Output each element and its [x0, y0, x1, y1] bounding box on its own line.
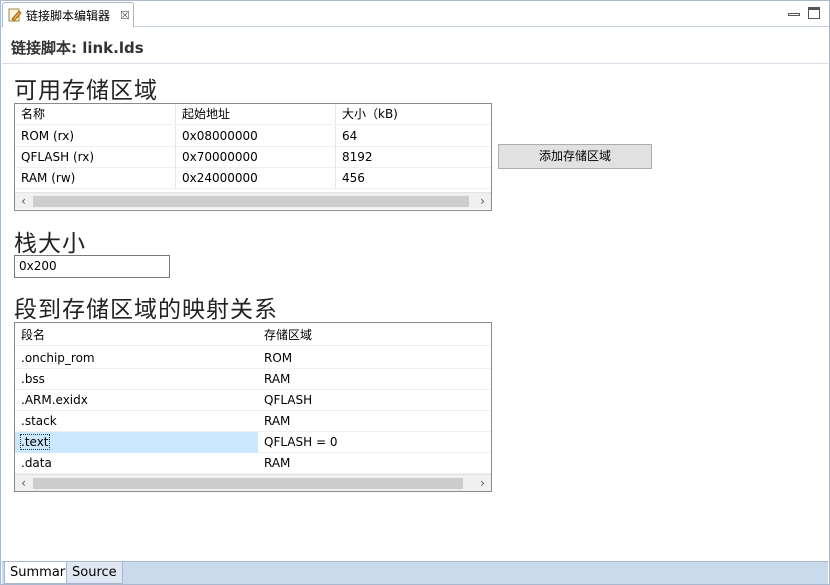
table-row[interactable]: QFLASH (rx) 0x70000000 8192 [15, 146, 491, 168]
region-cell: RAM [264, 455, 291, 470]
mapping-table: 段名 存储区域 .onchip_rom ROM .bss RAM .ARM.ex… [14, 322, 492, 492]
table-row[interactable]: .bss RAM [15, 369, 491, 390]
script-file-icon [8, 8, 22, 22]
scroll-left-icon[interactable]: ‹ [15, 475, 32, 491]
section-name-cell: .ARM.exidx [21, 392, 88, 407]
memory-start-cell: 0x70000000 [176, 146, 336, 168]
memory-name-cell: QFLASH (rx) [15, 146, 176, 168]
memory-section-title: 可用存储区域 [14, 78, 158, 104]
scroll-left-icon[interactable]: ‹ [15, 193, 32, 209]
section-name-cell[interactable]: .text [15, 431, 258, 453]
memory-name-cell: ROM (rx) [15, 125, 176, 147]
region-cell: QFLASH [264, 392, 313, 407]
header-divider [2, 63, 828, 64]
editor-tab[interactable]: 链接脚本编辑器 ☒ [2, 2, 134, 27]
table-row[interactable]: .onchip_rom ROM [15, 348, 491, 369]
table-row[interactable]: .stack RAM [15, 411, 491, 432]
memory-start-cell: 0x08000000 [176, 125, 336, 147]
section-name-cell: .onchip_rom [21, 350, 95, 365]
column-header-name[interactable]: 名称 [15, 103, 176, 125]
column-header-start-address[interactable]: 起始地址 [176, 103, 336, 125]
mapping-table-hscrollbar[interactable]: ‹ › [15, 474, 491, 491]
memory-name-cell: RAM (rw) [15, 167, 176, 189]
memory-size-cell: 8192 [342, 149, 373, 164]
editor-frame: 链接脚本编辑器 ☒ 链接脚本: link.lds 可用存储区域 名称 起始地址 … [0, 0, 830, 585]
section-name-cell: .data [21, 455, 52, 470]
region-cell[interactable]: QFLASH = 0 [258, 432, 491, 453]
section-name-cell: .stack [21, 413, 57, 428]
editor-tab-label: 链接脚本编辑器 [26, 8, 111, 23]
page-tab-bar: Summary Source [2, 561, 828, 584]
scroll-thumb[interactable] [33, 478, 463, 489]
column-header-region[interactable]: 存储区域 [258, 325, 491, 346]
close-icon[interactable]: ☒ [120, 9, 130, 22]
table-row-selected[interactable]: .text QFLASH = 0 [15, 431, 491, 453]
table-row[interactable]: .data RAM [15, 453, 491, 474]
scroll-thumb[interactable] [33, 196, 469, 207]
column-header-size[interactable]: 大小（kB) [336, 104, 491, 125]
memory-size-cell: 456 [342, 170, 365, 185]
stack-size-input[interactable]: 0x200 [14, 255, 170, 278]
form-title: 链接脚本: link.lds [11, 39, 144, 57]
section-name-cell: .bss [21, 371, 45, 386]
memory-table-hscrollbar[interactable]: ‹ › [15, 192, 491, 209]
memory-table: 名称 起始地址 大小（kB) ROM (rx) 0x08000000 64 QF… [14, 103, 492, 211]
table-row[interactable]: ROM (rx) 0x08000000 64 [15, 125, 491, 147]
editor-tab-strip: 链接脚本编辑器 ☒ [1, 1, 829, 27]
memory-size-cell: 64 [342, 128, 358, 143]
mapping-table-header: 段名 存储区域 [15, 325, 491, 346]
region-cell: RAM [264, 371, 291, 386]
section-name-text: .text [20, 433, 50, 450]
column-header-section[interactable]: 段名 [15, 325, 258, 346]
add-memory-region-button[interactable]: 添加存储区域 [498, 144, 652, 169]
table-row[interactable]: .ARM.exidx QFLASH [15, 390, 491, 411]
memory-start-cell: 0x24000000 [176, 167, 336, 189]
scroll-right-icon[interactable]: › [474, 193, 491, 209]
stack-section-title: 栈大小 [14, 231, 86, 257]
minimize-icon[interactable] [788, 13, 800, 16]
region-cell: ROM [264, 350, 293, 365]
memory-table-header: 名称 起始地址 大小（kB) [15, 103, 491, 125]
region-cell: RAM [264, 413, 291, 428]
tab-source[interactable]: Source [66, 562, 123, 584]
table-row[interactable]: RAM (rw) 0x24000000 456 [15, 167, 491, 189]
mapping-section-title: 段到存储区域的映射关系 [14, 297, 278, 323]
maximize-icon[interactable] [808, 7, 820, 19]
scroll-right-icon[interactable]: › [474, 475, 491, 491]
